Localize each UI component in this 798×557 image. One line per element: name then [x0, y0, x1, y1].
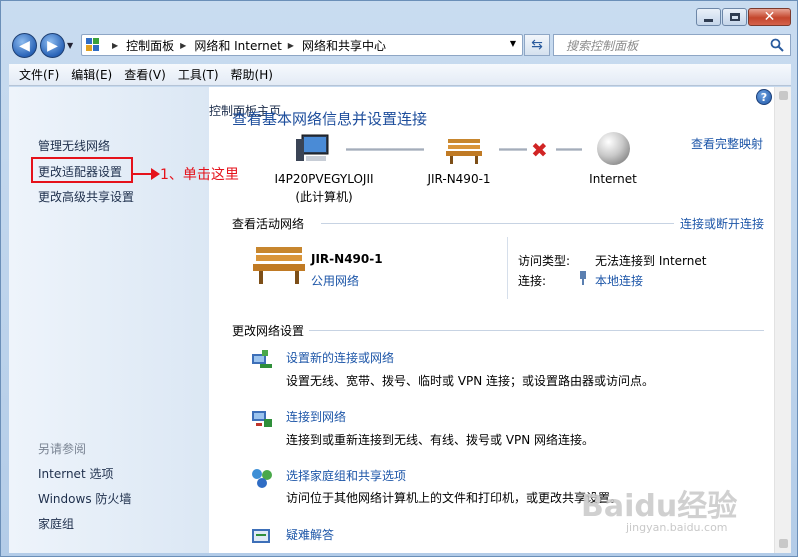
- active-network-name: JIR-N490-1: [311, 252, 383, 266]
- access-type-label: 访问类型:: [518, 254, 571, 268]
- menu-view[interactable]: 查看(V): [118, 66, 172, 83]
- vertical-scrollbar[interactable]: [774, 87, 791, 553]
- search-placeholder: 搜索控制面板: [566, 38, 639, 53]
- view-full-map-link[interactable]: 查看完整映射: [691, 135, 763, 152]
- ethernet-icon: [580, 271, 586, 285]
- node-this-computer: I4P20PVEGYLOJII (此计算机): [259, 172, 389, 205]
- router-name: JIR-N490-1: [427, 172, 491, 186]
- setup-new-connection-desc: 设置无线、宽带、拨号、临时或 VPN 连接；或设置路由器或访问点。: [286, 374, 655, 388]
- connect-to-network-desc: 连接到或重新连接到无线、有线、拨号或 VPN 网络连接。: [286, 433, 595, 447]
- watermark-url: jingyan.baidu.com: [626, 521, 728, 534]
- computer-subtitle: (此计算机): [295, 190, 353, 204]
- annotation-arrowhead: [151, 168, 160, 180]
- search-icon[interactable]: [770, 38, 784, 52]
- minimize-button[interactable]: [696, 8, 721, 26]
- node-internet: Internet: [573, 172, 653, 186]
- active-networks-label: 查看活动网络: [232, 217, 305, 231]
- globe-icon: [597, 132, 630, 165]
- change-adapter-settings-link[interactable]: 更改适配器设置: [38, 163, 122, 180]
- troubleshoot-icon: [252, 529, 270, 543]
- address-bar[interactable]: ▶ 控制面板 ▶ 网络和 Internet ▶ 网络和共享中心 ▼: [81, 34, 523, 56]
- public-network-bench-icon: [253, 247, 305, 284]
- node-network: JIR-N490-1: [414, 172, 504, 186]
- homegroup-link[interactable]: 家庭组: [38, 515, 74, 532]
- homegroup-icon: [252, 469, 272, 488]
- window: ✕ ◀ ▶ ▼ ▶ 控制面板 ▶ 网络和 Internet ▶ 网络和共享中心 …: [0, 0, 798, 557]
- recent-pages-dropdown[interactable]: ▼: [67, 41, 73, 50]
- connect-disconnect-link[interactable]: 连接或断开连接: [680, 215, 764, 232]
- menu-edit[interactable]: 编辑(E): [65, 66, 118, 83]
- computer-icon: [296, 134, 329, 161]
- connect-to-network-link[interactable]: 连接到网络: [286, 408, 346, 425]
- link-line: [556, 148, 582, 151]
- advanced-sharing-settings-link[interactable]: 更改高级共享设置: [38, 188, 134, 205]
- local-connection-link[interactable]: 本地连接: [595, 272, 643, 289]
- divider: [309, 330, 764, 331]
- internet-label: Internet: [589, 172, 637, 186]
- left-task-pane: 控制面板主页 管理无线网络 更改适配器设置 更改高级共享设置 另请参阅 Inte…: [9, 87, 281, 553]
- connections-label: 连接:: [518, 274, 547, 288]
- breadcrumb-network-sharing-center[interactable]: 网络和共享中心: [302, 37, 386, 54]
- see-also-header: 另请参阅: [38, 442, 87, 456]
- forward-arrow-icon: ▶: [47, 37, 58, 54]
- internet-options-link[interactable]: Internet 选项: [38, 465, 113, 482]
- manage-wireless-link[interactable]: 管理无线网络: [38, 137, 110, 154]
- control-panel-icon: [86, 38, 100, 52]
- refresh-icon: ⇆: [531, 37, 543, 53]
- close-icon: ✕: [763, 9, 776, 25]
- scroll-thumb[interactable]: [777, 90, 789, 545]
- disconnected-x-icon: ✖: [531, 138, 548, 162]
- baidu-watermark: Baidu经验: [581, 489, 738, 524]
- divider: [321, 223, 674, 224]
- setup-new-connection-link[interactable]: 设置新的连接或网络: [286, 349, 394, 366]
- back-arrow-icon: ◀: [19, 37, 30, 54]
- address-dropdown-icon[interactable]: ▼: [510, 39, 516, 48]
- breadcrumb: ▶ 控制面板 ▶ 网络和 Internet ▶ 网络和共享中心: [106, 37, 386, 54]
- menu-file[interactable]: 文件(F): [13, 66, 65, 83]
- minimize-icon: [704, 18, 713, 22]
- link-line: [346, 148, 424, 151]
- forward-button[interactable]: ▶: [40, 33, 65, 58]
- change-settings-label: 更改网络设置: [232, 324, 305, 338]
- menu-help[interactable]: 帮助(H): [225, 66, 279, 83]
- computer-name: I4P20PVEGYLOJII: [274, 172, 374, 186]
- breadcrumb-network-internet[interactable]: 网络和 Internet: [194, 37, 281, 54]
- homegroup-sharing-desc: 访问位于其他网络计算机上的文件和打印机，或更改共享设置。: [286, 491, 623, 505]
- link-line: [499, 148, 527, 151]
- windows-firewall-link[interactable]: Windows 防火墙: [38, 490, 131, 507]
- page-title: 查看基本网络信息并设置连接: [232, 110, 428, 128]
- scroll-down-arrow[interactable]: [779, 539, 788, 548]
- search-input[interactable]: 搜索控制面板: [553, 34, 791, 56]
- menu-bar: 文件(F) 编辑(E) 查看(V) 工具(T) 帮助(H): [9, 64, 791, 86]
- chevron-right-icon[interactable]: ▶: [180, 41, 186, 50]
- help-icon[interactable]: ?: [756, 89, 772, 105]
- connect-network-icon: [252, 411, 272, 427]
- chevron-right-icon[interactable]: ▶: [112, 41, 118, 50]
- breadcrumb-control-panel[interactable]: 控制面板: [126, 37, 174, 54]
- troubleshoot-link[interactable]: 疑难解答: [286, 526, 334, 543]
- network-type-link[interactable]: 公用网络: [311, 272, 359, 289]
- maximize-button[interactable]: [722, 8, 747, 26]
- maximize-icon: [729, 13, 740, 21]
- new-connection-icon: [252, 350, 272, 368]
- navigation-bar: ◀ ▶ ▼ ▶ 控制面板 ▶ 网络和 Internet ▶ 网络和共享中心 ▼ …: [9, 31, 791, 59]
- homegroup-sharing-link[interactable]: 选择家庭组和共享选项: [286, 467, 406, 484]
- refresh-button[interactable]: ⇆: [524, 34, 550, 56]
- network-bench-icon: [446, 139, 482, 164]
- vertical-divider: [507, 237, 508, 299]
- access-type-value: 无法连接到 Internet: [595, 254, 707, 268]
- close-button[interactable]: ✕: [748, 8, 791, 26]
- menu-tools[interactable]: 工具(T): [172, 66, 225, 83]
- chevron-right-icon[interactable]: ▶: [288, 41, 294, 50]
- caption-buttons: ✕: [695, 8, 791, 26]
- back-button[interactable]: ◀: [12, 33, 37, 58]
